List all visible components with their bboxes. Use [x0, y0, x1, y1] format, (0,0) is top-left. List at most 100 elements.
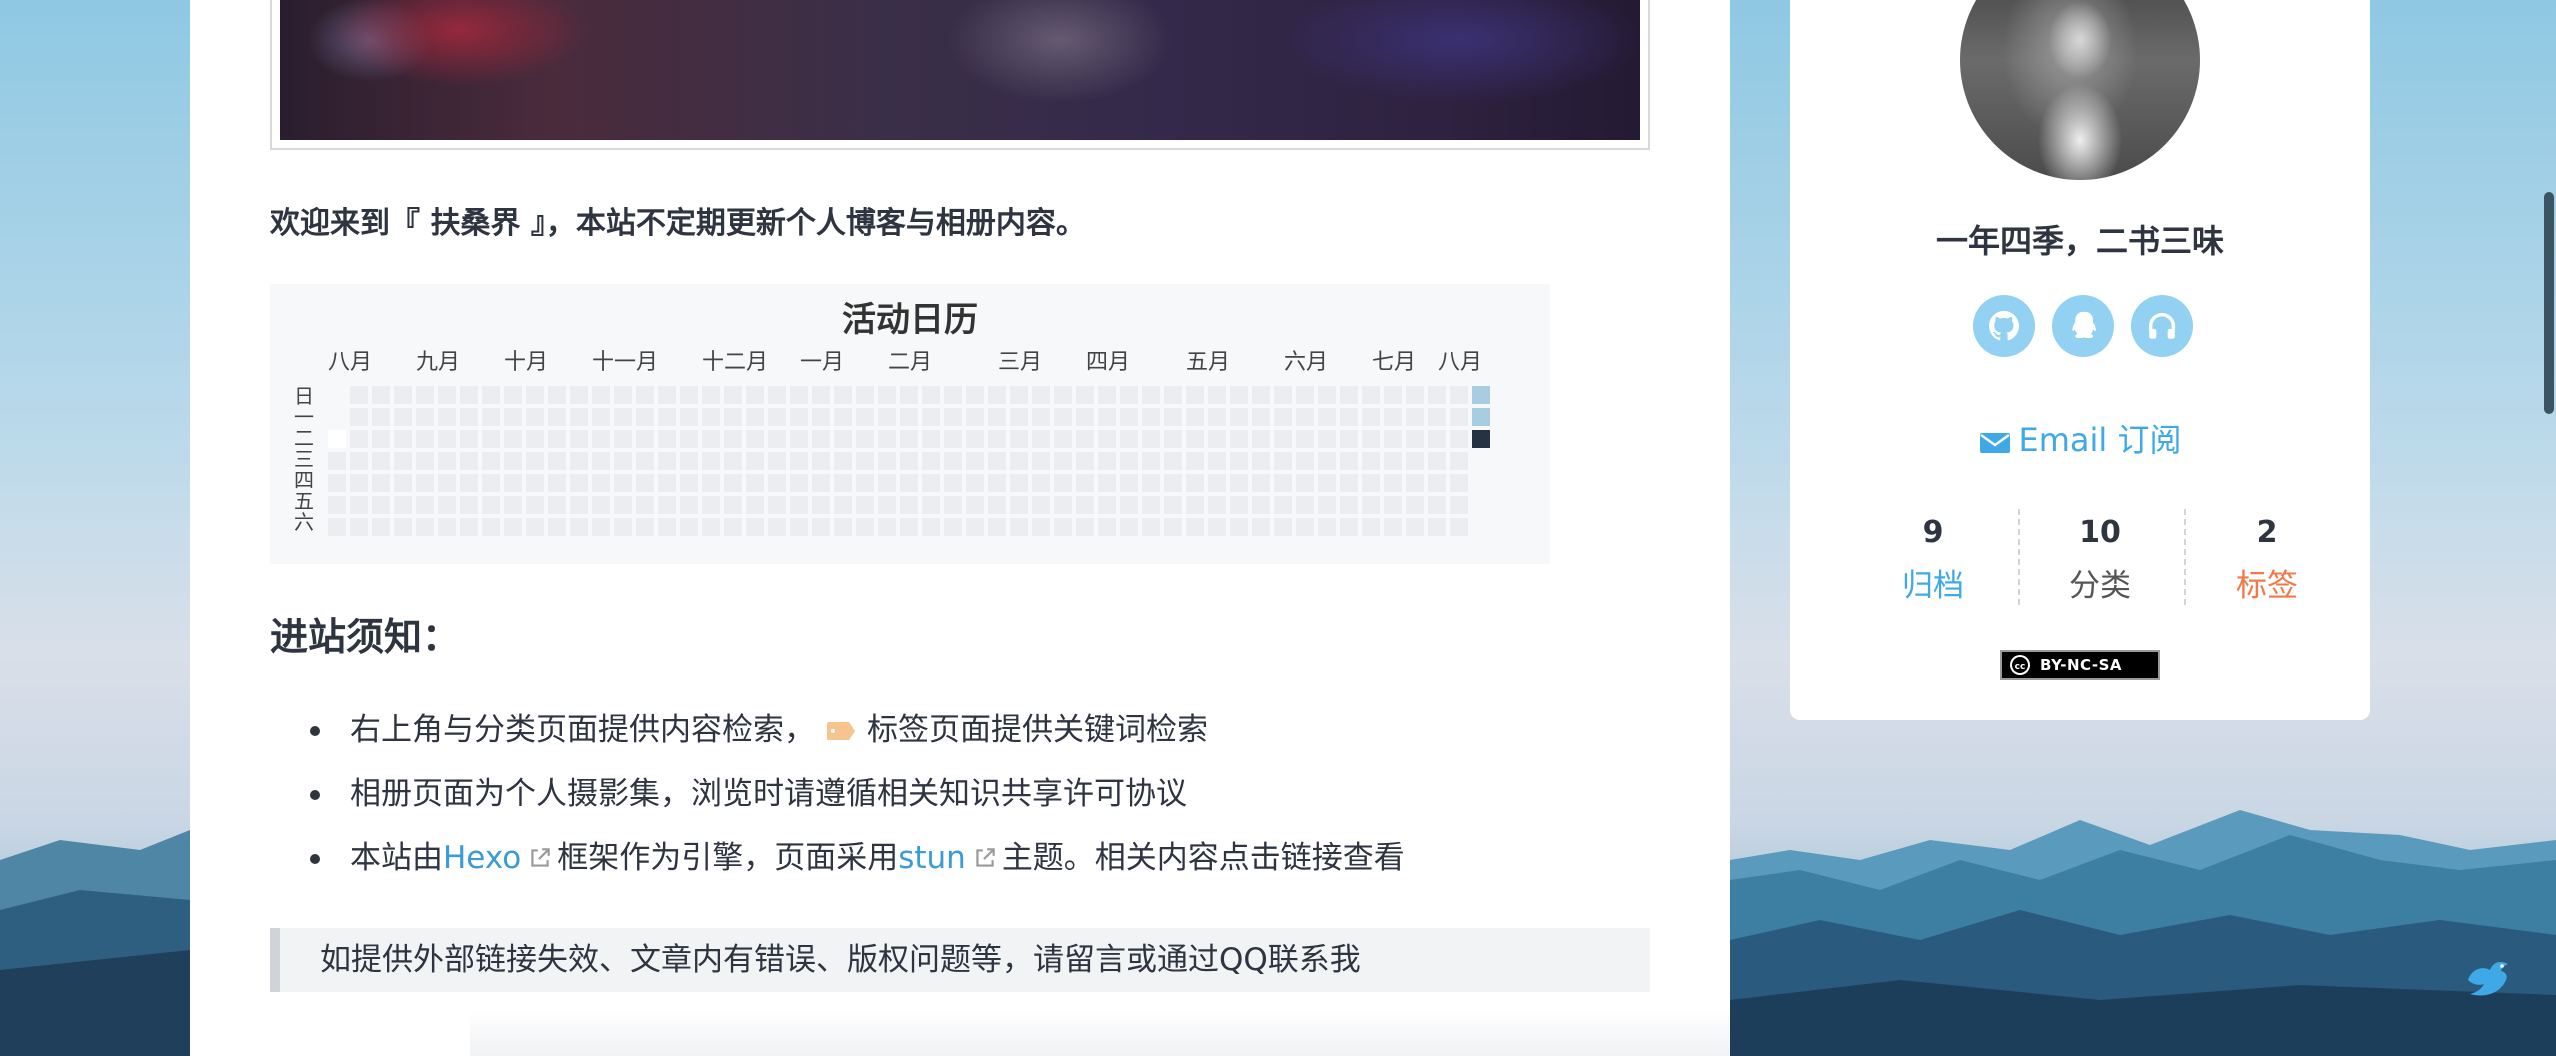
calendar-day-cell	[812, 430, 830, 448]
calendar-day-cell	[658, 518, 676, 536]
calendar-day-cell	[1450, 518, 1468, 536]
headphones-icon	[2148, 313, 2176, 339]
calendar-day-cell	[988, 430, 1006, 448]
calendar-day-cell	[680, 452, 698, 470]
calendar-day-cell	[1208, 408, 1226, 426]
calendar-day-cell	[746, 452, 764, 470]
calendar-day-cell	[768, 496, 786, 514]
calendar-day-cell	[636, 474, 654, 492]
stat-archives[interactable]: 9 归档	[1850, 505, 2016, 611]
github-icon	[1989, 311, 2019, 341]
calendar-day-cell	[1230, 430, 1248, 448]
calendar-day-cell	[1164, 430, 1182, 448]
calendar-day-cell	[1362, 386, 1380, 404]
calendar-day-cell	[1384, 408, 1402, 426]
calendar-day-cell	[1230, 386, 1248, 404]
calendar-month-label: 三月	[998, 350, 1043, 375]
calendar-day-cell	[790, 518, 808, 536]
calendar-day-cell	[1032, 452, 1050, 470]
calendar-day-cell	[1120, 408, 1138, 426]
avatar[interactable]	[1960, 0, 2200, 180]
calendar-day-cell	[724, 408, 742, 426]
calendar-weekday-label: 日	[294, 384, 314, 408]
calendar-day-cell	[1406, 430, 1424, 448]
calendar-day-cell	[636, 452, 654, 470]
calendar-day-cell	[966, 474, 984, 492]
calendar-day-cell	[944, 386, 962, 404]
calendar-day-cell	[614, 386, 632, 404]
calendar-day-cell	[1318, 408, 1336, 426]
calendar-day-cell	[1230, 518, 1248, 536]
calendar-day-cell	[548, 474, 566, 492]
cc-license-badge[interactable]: cc BY-NC-SA	[2000, 650, 2160, 680]
calendar-day-cell	[1406, 474, 1424, 492]
calendar-day-cell	[614, 430, 632, 448]
scrollbar[interactable]	[2540, 0, 2556, 1056]
calendar-day-cell	[482, 474, 500, 492]
calendar-day-cell	[526, 496, 544, 514]
stat-categories[interactable]: 10 分类	[2017, 505, 2183, 611]
calendar-day-cell	[922, 408, 940, 426]
sidebar-profile-card: 一年四季，二书三味 Email 订阅 9 归档 10 分类 2 标签 cc BY…	[1790, 0, 2370, 720]
calendar-day-cell	[482, 496, 500, 514]
calendar-day-cell	[856, 430, 874, 448]
calendar-day-cell	[1428, 518, 1446, 536]
calendar-day-cell	[966, 386, 984, 404]
calendar-day-cell	[1340, 518, 1358, 536]
calendar-day-cell	[1230, 452, 1248, 470]
calendar-day-cell	[878, 474, 896, 492]
calendar-day-cell	[548, 386, 566, 404]
calendar-day-cell	[1010, 496, 1028, 514]
calendar-day-cell	[614, 474, 632, 492]
calendar-day-cell	[1076, 408, 1094, 426]
calendar-day-cell	[1142, 430, 1160, 448]
calendar-day-cell	[504, 474, 522, 492]
hexo-link[interactable]: Hexo	[443, 840, 521, 876]
qq-button[interactable]	[2052, 295, 2114, 357]
calendar-day-cell	[702, 452, 720, 470]
calendar-day-cell	[526, 408, 544, 426]
calendar-day-cell	[900, 474, 918, 492]
calendar-day-cell	[1098, 474, 1116, 492]
calendar-day-cell	[548, 408, 566, 426]
calendar-day-cell	[1120, 496, 1138, 514]
calendar-day-cell	[1076, 474, 1094, 492]
stat-label: 归档	[1902, 568, 1964, 604]
notice-list: 右上角与分类页面提供内容检索， 标签页面提供关键词检索 相册页面为个人摄影集，浏览…	[310, 710, 1405, 902]
scrollbar-thumb[interactable]	[2544, 192, 2554, 414]
bird-icon[interactable]	[2460, 950, 2514, 1004]
calendar-day-cell	[834, 496, 852, 514]
calendar-month-label: 二月	[888, 350, 933, 375]
calendar-day-cell	[702, 518, 720, 536]
calendar-day-cell	[1120, 474, 1138, 492]
calendar-day-cell	[966, 496, 984, 514]
music-button[interactable]	[2131, 295, 2193, 357]
calendar-day-cell	[328, 430, 346, 448]
calendar-day-cell	[1252, 452, 1270, 470]
calendar-day-cell	[1428, 408, 1446, 426]
calendar-day-cell	[1450, 452, 1468, 470]
calendar-day-cell	[1032, 474, 1050, 492]
calendar-day-cell	[746, 496, 764, 514]
calendar-day-cell	[1142, 496, 1160, 514]
calendar-day-cell	[878, 408, 896, 426]
calendar-day-cell	[636, 430, 654, 448]
calendar-day-cell	[350, 408, 368, 426]
calendar-day-cell	[1054, 452, 1072, 470]
calendar-day-cell	[1032, 518, 1050, 536]
svg-text:cc: cc	[2015, 662, 2026, 672]
github-button[interactable]	[1973, 295, 2035, 357]
calendar-day-cell	[900, 496, 918, 514]
calendar-day-cell	[570, 386, 588, 404]
calendar-day-cell	[438, 430, 456, 448]
calendar-weekday-label: 六	[294, 510, 314, 534]
calendar-day-cell	[1274, 474, 1292, 492]
calendar-day-cell	[416, 474, 434, 492]
calendar-day-cell	[504, 496, 522, 514]
stat-tags[interactable]: 2 标签	[2184, 505, 2350, 611]
email-subscribe-link[interactable]: Email 订阅	[1790, 415, 2370, 461]
stat-label: 标签	[2236, 568, 2298, 604]
calendar-day-cell	[482, 408, 500, 426]
calendar-day-cell	[1208, 430, 1226, 448]
stun-link[interactable]: stun	[898, 840, 966, 876]
